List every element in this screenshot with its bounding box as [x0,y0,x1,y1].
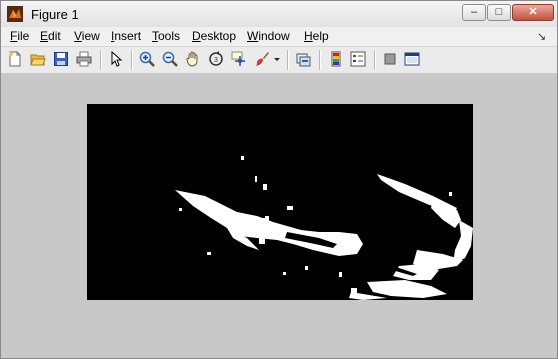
data-cursor-icon[interactable] [231,51,247,67]
menu-view[interactable]: View [74,29,100,43]
close-button[interactable]: ✕ [512,4,554,21]
save-icon[interactable] [53,51,69,67]
link-plot-icon[interactable] [296,51,312,67]
matlab-logo-icon [7,6,23,22]
edit-plot-arrow-icon[interactable] [108,51,124,67]
open-file-icon[interactable] [30,51,46,67]
zoom-in-icon[interactable] [139,51,155,67]
insert-colorbar-icon[interactable] [328,51,344,67]
hide-plot-tools-icon[interactable] [382,51,398,67]
print-icon[interactable] [76,51,92,67]
brush-dropdown-icon[interactable] [272,51,282,67]
dock-figure-icon[interactable]: ↘ [537,30,546,43]
toolbar-separator [319,50,321,70]
binary-image-axes[interactable] [87,104,473,300]
toolbar-separator [287,50,289,70]
toolbar-separator [374,50,376,70]
figure-window: Figure 1 – □ ✕ File Edit View Insert Too… [0,0,558,359]
menu-help[interactable]: Help [304,29,329,43]
minimize-icon: – [470,6,478,18]
menu-bar: File Edit View Insert Tools Desktop Wind… [1,27,557,46]
title-bar[interactable]: Figure 1 – □ ✕ [1,1,557,28]
menu-file[interactable]: File [10,29,29,43]
insert-legend-icon[interactable] [350,51,366,67]
menu-tools[interactable]: Tools [152,29,180,43]
show-plot-tools-icon[interactable] [404,51,420,67]
menu-window[interactable]: Window [247,29,290,43]
menu-edit[interactable]: Edit [40,29,61,43]
new-figure-icon[interactable] [7,51,23,67]
pan-hand-icon[interactable] [185,51,201,67]
menu-desktop[interactable]: Desktop [192,29,236,43]
toolbar-separator [100,50,102,70]
maximize-icon: □ [495,6,503,18]
window-title: Figure 1 [31,7,79,22]
zoom-out-icon[interactable] [162,51,178,67]
minimize-button[interactable]: – [462,4,486,21]
svg-text:3: 3 [214,57,218,64]
menu-insert[interactable]: Insert [111,29,141,43]
toolbar-separator [131,50,133,70]
maximize-button[interactable]: □ [487,4,511,21]
rotate-3d-icon[interactable]: 3 [208,51,224,67]
figure-toolbar: 3 [1,46,557,74]
close-icon: ✕ [528,6,538,18]
thresholded-car-image [87,104,473,300]
brush-icon[interactable] [254,51,270,67]
